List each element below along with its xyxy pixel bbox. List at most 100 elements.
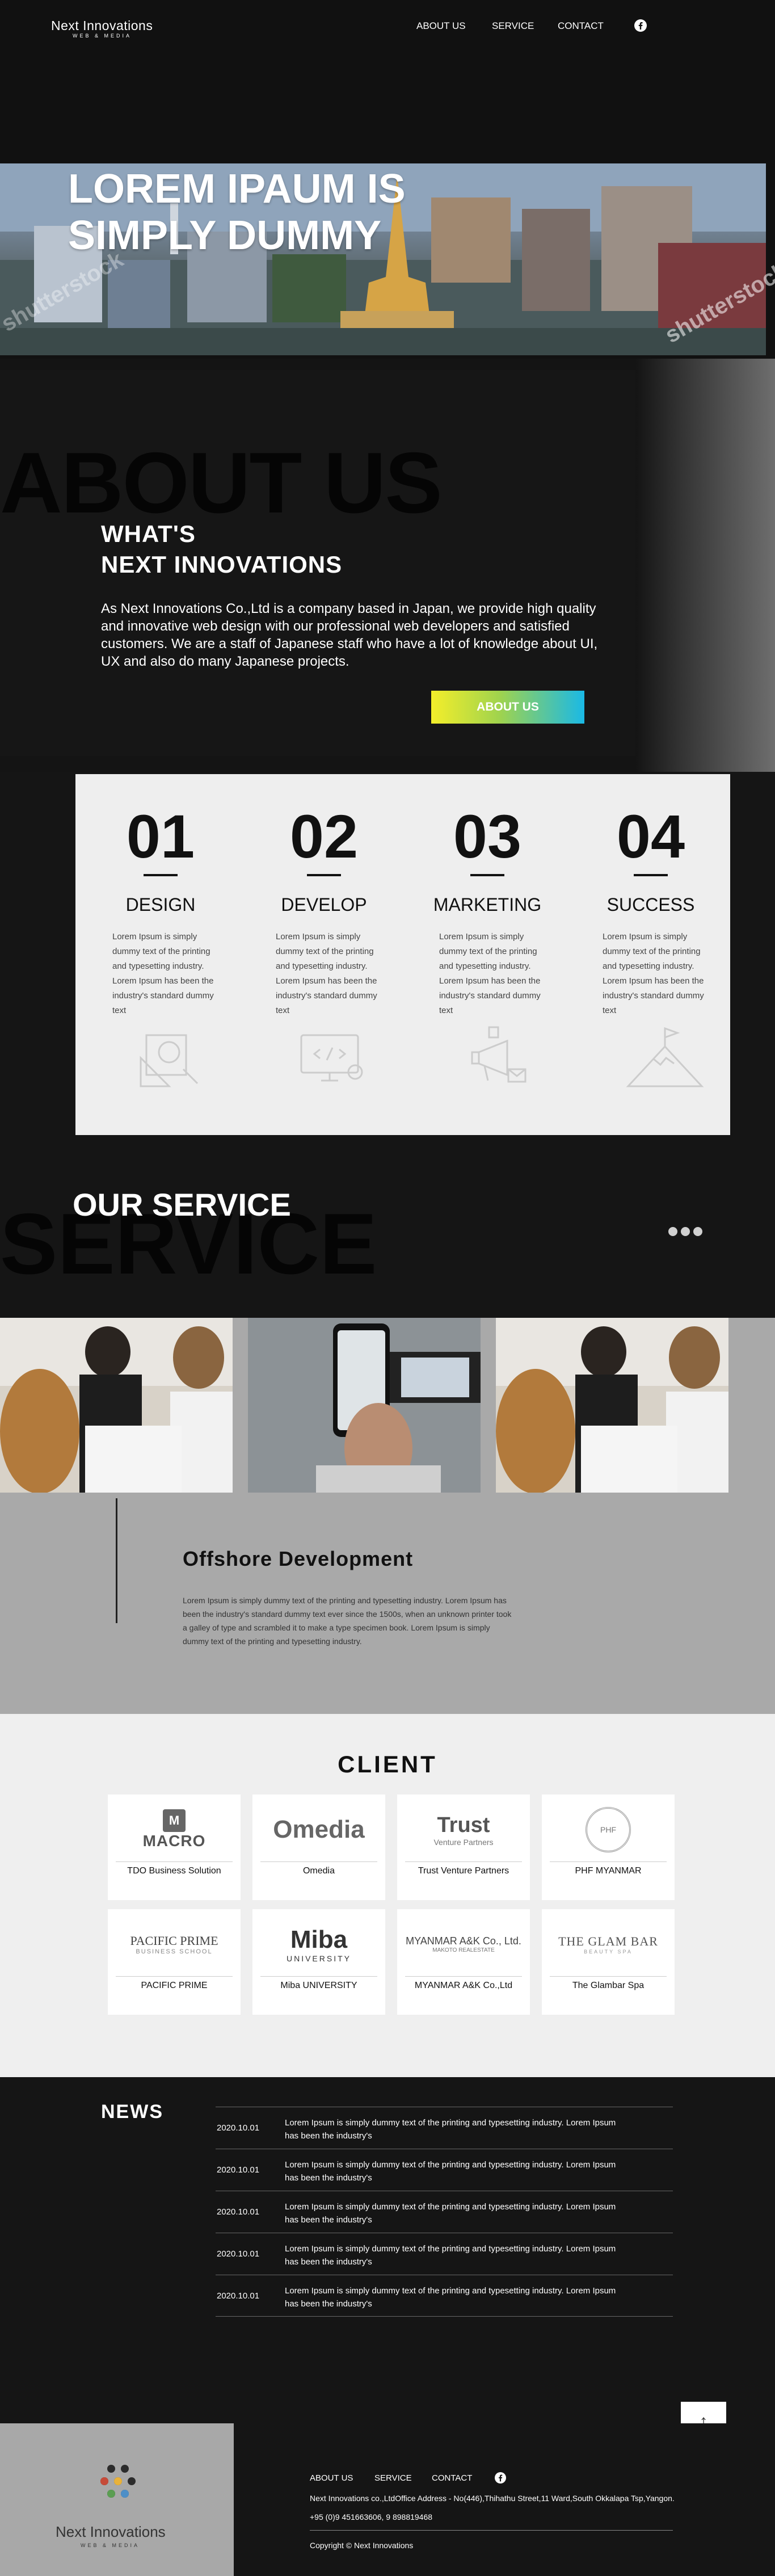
nav-contact-link[interactable]: CONTACT [558, 20, 604, 32]
service-title: OUR SERVICE [73, 1187, 291, 1222]
client-card[interactable]: Trust Venture Partners Trust Venture Par… [397, 1795, 530, 1900]
step-number: 03 [453, 802, 522, 871]
client-card[interactable]: Omedia Omedia [252, 1795, 385, 1900]
client-name: TDO Business Solution [127, 1866, 221, 1876]
service-carousel [0, 1318, 775, 1493]
client-card[interactable]: MYANMAR A&K Co., Ltd. MAKOTO REALESTATE … [397, 1909, 530, 2015]
step-title: DEVELOP [281, 894, 367, 915]
carousel-dots[interactable] [668, 1227, 706, 1239]
card-separator [260, 1861, 377, 1862]
step-title: DESIGN [125, 894, 196, 915]
client-card[interactable]: THE GLAM BAR BEAUTY SPA The Glambar Spa [542, 1909, 675, 2015]
client-logo-text: THE GLAM BAR [558, 1934, 658, 1948]
client-title: CLIENT [338, 1751, 437, 1777]
news-date: 2020.10.01 [217, 2207, 260, 2217]
service-image-meeting[interactable] [496, 1318, 728, 1493]
card-separator [260, 1976, 377, 1977]
step-text: Lorem Ipsum is simply dummy text of the … [439, 932, 541, 1015]
news-item[interactable]: 2020.10.01 Lorem Ipsum is simply dummy t… [216, 2233, 673, 2275]
footer-about-link[interactable]: ABOUT US [310, 2473, 353, 2483]
offshore-text: Lorem Ipsum is simply dummy text of the … [183, 1596, 512, 1646]
site-footer: Next Innovations WEB & MEDIA ABOUT US SE… [0, 2423, 775, 2576]
vertical-divider [116, 1498, 117, 1623]
megaphone-icon [471, 1026, 527, 1083]
news-item[interactable]: 2020.10.01 Lorem Ipsum is simply dummy t… [216, 2107, 673, 2149]
client-logo-sub: MAKOTO REALESTATE [432, 1947, 495, 1953]
client-logo-text: Miba [290, 1926, 348, 1953]
card-separator [116, 1976, 233, 1977]
about-heading: WHAT'S NEXT INNOVATIONS [101, 519, 342, 580]
step-number: 04 [616, 802, 685, 871]
client-card[interactable]: PACIFIC PRIME BUSINESS SCHOOL PACIFIC PR… [108, 1909, 241, 2015]
footer-divider [310, 2530, 673, 2531]
carousel-dot[interactable] [693, 1227, 702, 1236]
client-logo: PACIFIC PRIME BUSINESS SCHOOL [113, 1916, 235, 1973]
about-background-text: ABOUT US [0, 435, 443, 531]
client-logo-sub: BEAUTY SPA [584, 1949, 633, 1955]
news-item[interactable]: 2020.10.01 Lorem Ipsum is simply dummy t… [216, 2149, 673, 2191]
footer-logo[interactable]: Next Innovations [56, 2523, 166, 2541]
client-logo: M MACRO [113, 1801, 235, 1858]
client-name: MYANMAR A&K Co.,Ltd [414, 1981, 513, 1990]
news-item[interactable]: 2020.10.01 Lorem Ipsum is simply dummy t… [216, 2275, 673, 2317]
footer-service-link[interactable]: SERVICE [374, 2473, 412, 2483]
footer-logo-subtitle: WEB & MEDIA [81, 2543, 140, 2548]
client-name: Miba UNIVERSITY [280, 1981, 357, 1990]
footer-phone: +95 (0)9 451663606, 9 898819468 [310, 2512, 433, 2522]
client-name: The Glambar Spa [572, 1981, 645, 1990]
client-logo-sub: Venture Partners [433, 1837, 494, 1847]
step-text: Lorem Ipsum is simply dummy text of the … [112, 932, 214, 1015]
client-logo-text: MACRO [142, 1832, 206, 1850]
step-text: Lorem Ipsum is simply dummy text of the … [276, 932, 377, 1015]
offshore-service: Offshore Development Lorem Ipsum is simp… [0, 1493, 775, 1714]
news-date: 2020.10.01 [217, 2249, 260, 2259]
service-section: SERVICE OUR SERVICE [0, 1135, 775, 1317]
service-image-meeting[interactable] [0, 1318, 233, 1493]
design-tools-icon [140, 1034, 199, 1087]
about-section: ABOUT US WHAT'S NEXT INNOVATIONS As Next… [0, 359, 775, 772]
news-date: 2020.10.01 [217, 2123, 260, 2133]
logo-subtitle: WEB & MEDIA [73, 33, 132, 39]
facebook-icon[interactable] [634, 19, 647, 32]
nav-about-link[interactable]: ABOUT US [416, 20, 466, 32]
client-logo-text: PACIFIC PRIME [130, 1934, 218, 1948]
about-heading-line2: NEXT INNOVATIONS [101, 551, 343, 578]
news-text: Lorem Ipsum is simply dummy text of the … [285, 2286, 616, 2309]
carousel-dot[interactable] [668, 1227, 677, 1236]
client-section: CLIENT M MACRO TDO Business Solution Ome… [0, 1714, 775, 2077]
hero-title: LOREM IPAUM IS SIMPLY DUMMY [68, 166, 406, 259]
hero-title-line2: SIMPLY DUMMY [68, 213, 382, 258]
client-logo: Omedia [258, 1801, 380, 1858]
step-number: 01 [126, 802, 195, 871]
client-card[interactable]: PHF PHF MYANMAR [542, 1795, 675, 1900]
nav-service-link[interactable]: SERVICE [492, 20, 534, 32]
news-section: NEWS 2020.10.01 Lorem Ipsum is simply du… [0, 2077, 775, 2441]
carousel-dot[interactable] [681, 1227, 690, 1236]
footer-copyright: Copyright © Next Innovations [310, 2541, 414, 2550]
facebook-icon[interactable] [495, 2472, 506, 2483]
footer-logo-block: Next Innovations WEB & MEDIA [0, 2423, 234, 2576]
news-item[interactable]: 2020.10.01 Lorem Ipsum is simply dummy t… [216, 2191, 673, 2233]
card-separator [550, 1976, 667, 1977]
step-divider [307, 874, 341, 876]
step-number: 02 [289, 802, 359, 871]
about-panel: ABOUT US WHAT'S NEXT INNOVATIONS As Next… [0, 370, 635, 756]
client-logo-text: Omedia [273, 1816, 365, 1843]
client-card[interactable]: M MACRO TDO Business Solution [108, 1795, 241, 1900]
news-text: Lorem Ipsum is simply dummy text of the … [285, 2118, 616, 2141]
process-steps: 01 DESIGN Lorem Ipsum is simply dummy te… [75, 774, 730, 1135]
card-separator [405, 1976, 522, 1977]
client-logo: Trust Venture Partners [403, 1801, 524, 1858]
news-text: Lorem Ipsum is simply dummy text of the … [285, 2160, 616, 2183]
client-logo-sub: UNIVERSITY [286, 1954, 351, 1963]
about-us-button[interactable]: ABOUT US [431, 691, 584, 724]
service-image-phone[interactable] [248, 1318, 481, 1493]
client-name: Trust Venture Partners [418, 1866, 509, 1876]
client-card[interactable]: Miba UNIVERSITY Miba UNIVERSITY [252, 1909, 385, 2015]
logo[interactable]: Next Innovations [51, 18, 153, 33]
card-separator [405, 1861, 522, 1862]
news-title: NEWS [101, 2101, 163, 2123]
footer-logo-mark-icon [100, 2465, 136, 2498]
hero-title-line1: LOREM IPAUM IS [68, 166, 406, 212]
footer-contact-link[interactable]: CONTACT [432, 2473, 472, 2483]
